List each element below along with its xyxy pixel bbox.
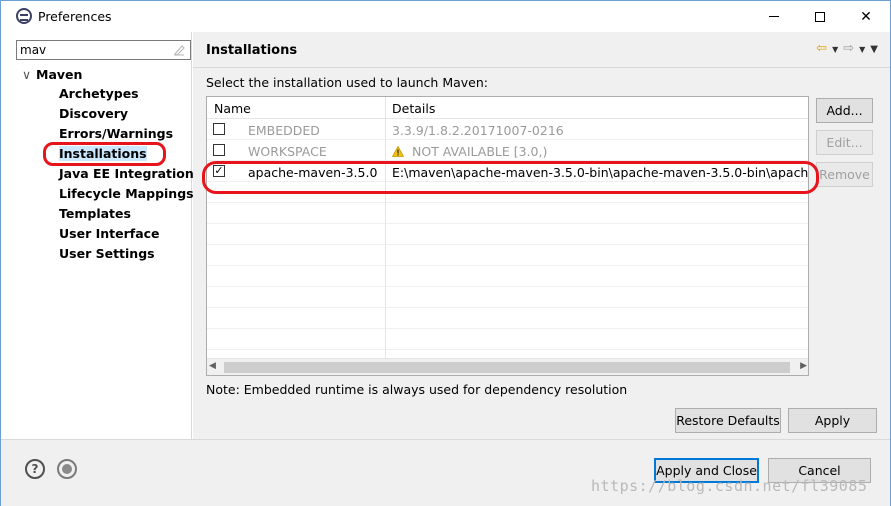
maximize-button[interactable] — [797, 1, 843, 32]
table-row — [207, 224, 808, 245]
title-bar: Preferences ✕ — [1, 1, 890, 32]
tree-node-label: Lifecycle Mappings — [59, 186, 194, 201]
maximize-icon — [815, 11, 825, 22]
help-icon[interactable]: ? — [25, 459, 45, 479]
history-nav: ⇦ ▼ ⇨ ▼ ▼ — [816, 42, 878, 56]
installations-page: Installations ⇦ ▼ ⇨ ▼ ▼ Select the insta… — [193, 32, 890, 439]
table-row[interactable]: EMBEDDED 3.3.9/1.8.2.20171007-0216 — [207, 119, 808, 140]
installation-details: NOT AVAILABLE [3.0,) — [392, 144, 547, 159]
column-header-details[interactable]: Details — [392, 101, 435, 116]
table-row — [207, 308, 808, 329]
tree-node-label: Templates — [59, 206, 131, 221]
table-row — [207, 203, 808, 224]
table-row — [207, 266, 808, 287]
watermark-text: https://blog.csdn.net/fl39085 — [591, 477, 868, 495]
window-title: Preferences — [38, 9, 112, 24]
page-header: Installations ⇦ ▼ ⇨ ▼ ▼ — [193, 32, 890, 68]
table-header: Name Details — [207, 97, 808, 119]
installation-name: WORKSPACE — [248, 144, 327, 159]
edit-button[interactable]: Edit... — [816, 130, 873, 155]
page-description: Select the installation used to launch M… — [206, 75, 488, 90]
embedded-runtime-note: Note: Embedded runtime is always used fo… — [206, 382, 628, 397]
tree-node-label: Java EE Integration — [59, 166, 194, 181]
tree-node-java-ee-integration[interactable]: Java EE Integration — [59, 167, 194, 187]
back-arrow-icon[interactable]: ⇦ — [816, 42, 827, 56]
tree-node-label: User Settings — [59, 246, 155, 261]
minimize-icon — [769, 16, 779, 17]
close-icon: ✕ — [860, 8, 872, 25]
table-row — [207, 245, 808, 266]
page-title: Installations — [206, 43, 298, 58]
tree-node-label: Archetypes — [59, 86, 139, 101]
maven-children: Archetypes Discovery Errors/Warnings Instal… — [59, 87, 194, 267]
warning-icon — [392, 146, 404, 157]
restore-defaults-button[interactable]: Restore Defaults — [675, 408, 781, 433]
scroll-right-icon[interactable]: ▶ — [800, 361, 807, 371]
forward-dropdown-icon[interactable]: ▼ — [859, 45, 865, 54]
scroll-left-icon[interactable]: ◀ — [209, 361, 216, 371]
minimize-button[interactable] — [751, 1, 797, 32]
tree-node-user-settings[interactable]: User Settings — [59, 247, 194, 267]
clear-filter-icon[interactable] — [173, 44, 186, 56]
table-row[interactable]: WORKSPACE NOT AVAILABLE [3.0,) — [207, 140, 808, 161]
details-text: NOT AVAILABLE [3.0,) — [412, 144, 548, 159]
tree-node-discovery[interactable]: Discovery — [59, 107, 194, 127]
tree-node-maven[interactable]: ∨ Maven — [22, 67, 82, 82]
tree-node-label: Errors/Warnings — [59, 126, 174, 141]
annotation-highlight-installations — [43, 142, 166, 166]
close-button[interactable]: ✕ — [843, 1, 889, 32]
installation-checkbox[interactable] — [213, 144, 225, 156]
dialog-button-bar: ? Apply and Close Cancel — [1, 439, 890, 506]
installation-checkbox[interactable] — [213, 123, 225, 135]
preferences-tree-pane: ∨Maven Archetypes Discovery Errors/Warning… — [9, 32, 194, 439]
column-header-name[interactable]: Name — [214, 101, 251, 116]
view-menu-icon[interactable]: ▼ — [870, 44, 878, 55]
filter-box[interactable] — [16, 40, 191, 60]
details-text: 3.3.9/1.8.2.20171007-0216 — [392, 123, 564, 138]
preferences-window: Preferences ✕ ∨Maven Archetypes Discovery… — [0, 0, 891, 506]
horizontal-scrollbar[interactable]: ◀ ▶ — [207, 358, 808, 375]
add-button[interactable]: Add... — [816, 98, 873, 123]
tree-node-archetypes[interactable]: Archetypes — [59, 87, 194, 107]
import-export-icon[interactable] — [57, 459, 77, 479]
tree-node-templates[interactable]: Templates — [59, 207, 194, 227]
eclipse-app-icon — [16, 8, 32, 24]
tree-node-user-interface[interactable]: User Interface — [59, 227, 194, 247]
installations-table: Name Details EMBEDDED 3.3.9/1.8.2.2017100… — [206, 96, 809, 376]
tree-node-label: User Interface — [59, 226, 160, 241]
table-row — [207, 287, 808, 308]
tree-node-label: Discovery — [59, 106, 129, 121]
tree-node-lifecycle-mappings[interactable]: Lifecycle Mappings — [59, 187, 194, 207]
back-dropdown-icon[interactable]: ▼ — [832, 45, 838, 54]
collapse-chevron-icon[interactable]: ∨ — [22, 67, 36, 82]
forward-arrow-icon[interactable]: ⇨ — [843, 42, 854, 56]
scroll-thumb[interactable] — [224, 362, 790, 373]
installation-details: 3.3.9/1.8.2.20171007-0216 — [392, 123, 564, 138]
filter-input[interactable] — [17, 41, 167, 59]
annotation-highlight-maven-row — [202, 161, 819, 194]
apply-button[interactable]: Apply — [788, 408, 877, 433]
table-row — [207, 329, 808, 350]
installation-name: EMBEDDED — [248, 123, 320, 138]
tree-node-label: Maven — [36, 67, 83, 82]
remove-button[interactable]: Remove — [816, 162, 873, 187]
